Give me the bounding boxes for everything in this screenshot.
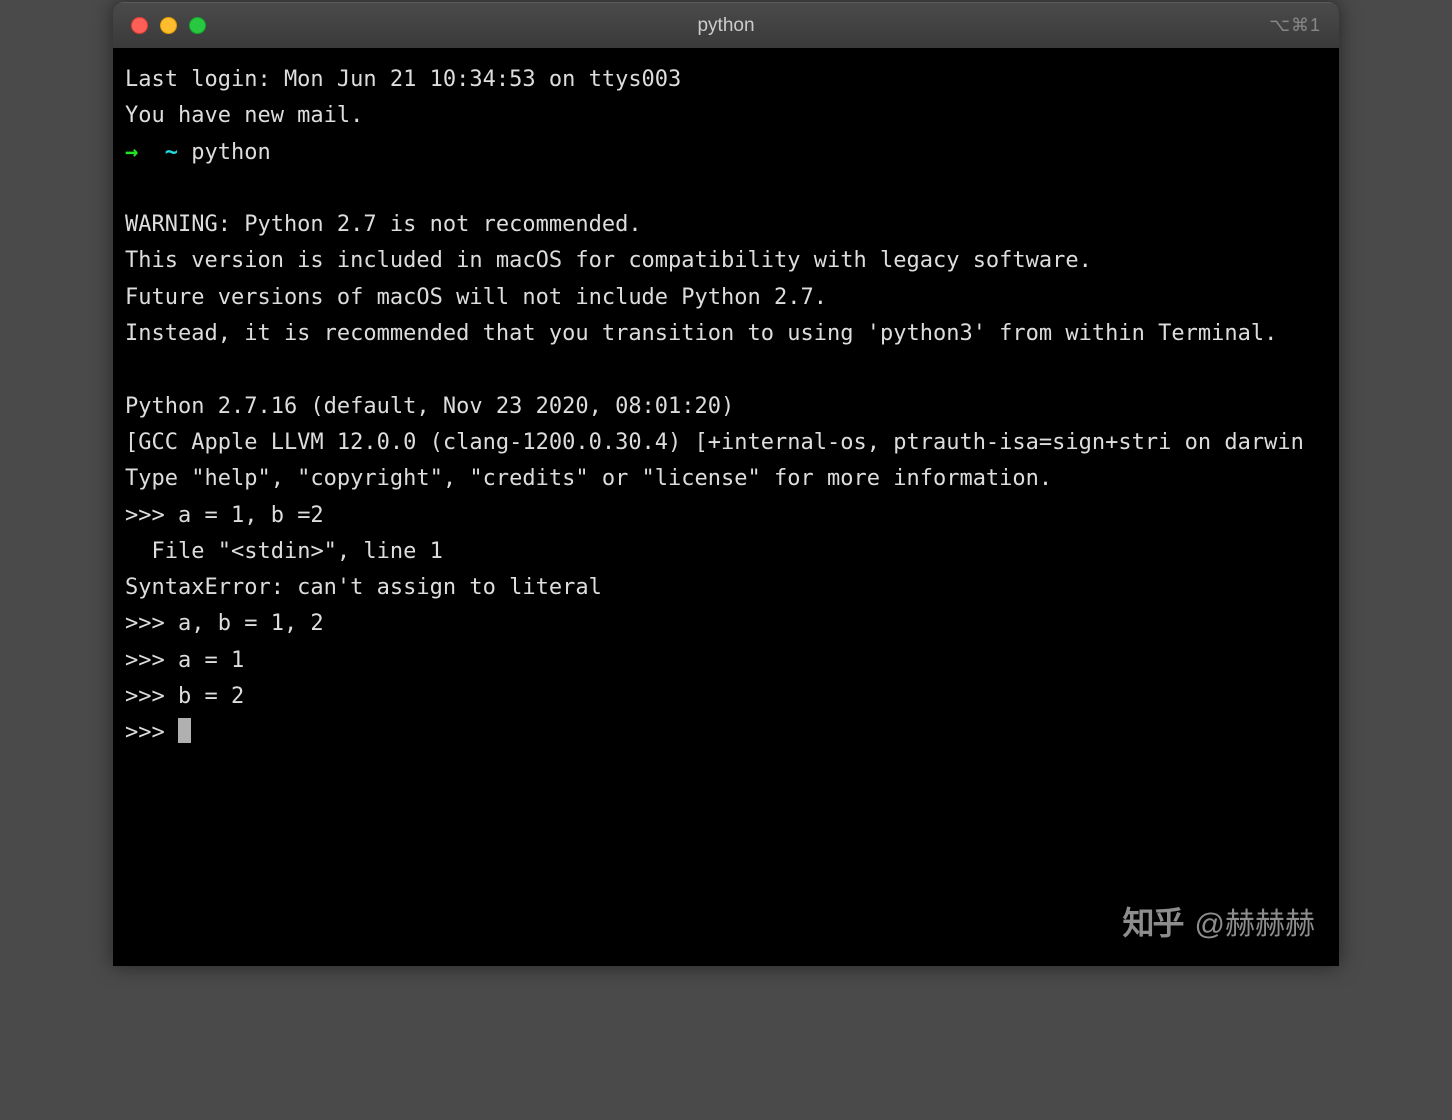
- warning-line-4: Instead, it is recommended that you tran…: [125, 321, 1277, 346]
- warning-line-3: Future versions of macOS will not includ…: [125, 285, 827, 310]
- traffic-lights: [131, 17, 206, 34]
- close-button[interactable]: [131, 17, 148, 34]
- watermark: 知乎 @赫赫赫: [1123, 898, 1315, 944]
- minimize-button[interactable]: [160, 17, 177, 34]
- prompt-arrow-icon: →: [125, 140, 138, 165]
- python-version-line: Python 2.7.16 (default, Nov 23 2020, 08:…: [125, 394, 734, 419]
- repl-input-4: b = 2: [178, 684, 244, 709]
- repl-prompt: >>>: [125, 611, 178, 636]
- mail-notice-line: You have new mail.: [125, 103, 363, 128]
- repl-input-1: a = 1, b =2: [178, 503, 324, 528]
- prompt-cwd: ~: [165, 140, 178, 165]
- repl-prompt: >>>: [125, 503, 178, 528]
- repl-input-3: a = 1: [178, 648, 244, 673]
- cursor: [178, 718, 191, 743]
- repl-prompt: >>>: [125, 720, 178, 745]
- maximize-button[interactable]: [189, 17, 206, 34]
- window-shortcut: ⌥⌘1: [1269, 15, 1321, 36]
- repl-prompt: >>>: [125, 648, 178, 673]
- help-line: Type "help", "copyright", "credits" or "…: [125, 466, 1052, 491]
- titlebar[interactable]: python ⌥⌘1: [113, 2, 1339, 48]
- warning-line-1: WARNING: Python 2.7 is not recommended.: [125, 212, 642, 237]
- error-file-line: File "<stdin>", line 1: [125, 539, 443, 564]
- window-title: python: [697, 15, 754, 37]
- zhihu-icon: 知乎: [1123, 898, 1183, 944]
- terminal-window: python ⌥⌘1 Last login: Mon Jun 21 10:34:…: [113, 2, 1339, 966]
- last-login-line: Last login: Mon Jun 21 10:34:53 on ttys0…: [125, 67, 681, 92]
- warning-line-2: This version is included in macOS for co…: [125, 248, 1092, 273]
- repl-prompt: >>>: [125, 684, 178, 709]
- terminal-output[interactable]: Last login: Mon Jun 21 10:34:53 on ttys0…: [113, 48, 1339, 766]
- repl-input-2: a, b = 1, 2: [178, 611, 324, 636]
- compiler-info-line: [GCC Apple LLVM 12.0.0 (clang-1200.0.30.…: [125, 430, 1304, 455]
- error-message-line: SyntaxError: can't assign to literal: [125, 575, 602, 600]
- prompt-command: python: [191, 140, 270, 165]
- watermark-text: @赫赫赫: [1195, 899, 1315, 943]
